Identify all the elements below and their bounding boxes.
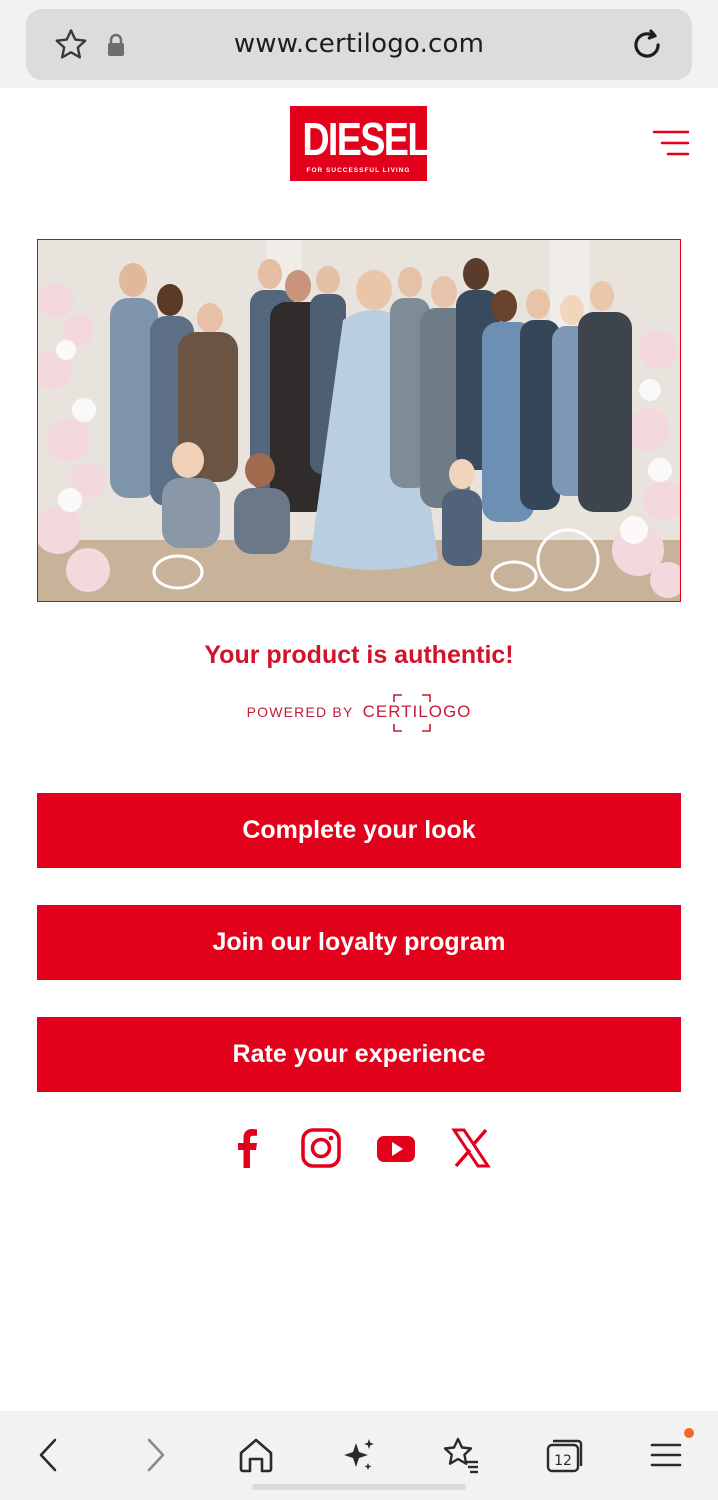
tabs-button[interactable]: 12: [544, 1435, 584, 1475]
bookmarks-icon[interactable]: [440, 1435, 480, 1475]
diesel-logo[interactable]: DIESEL® FOR SUCCESSFUL LIVING: [290, 106, 435, 181]
address-bar[interactable]: www.certilogo.com: [26, 9, 692, 80]
certilogo-wordmark: CERTILOGO: [363, 694, 472, 732]
certilogo-bracket-icon: [392, 694, 431, 732]
menu-icon[interactable]: [646, 1435, 686, 1475]
facebook-icon[interactable]: [226, 1128, 268, 1168]
youtube-icon[interactable]: [375, 1128, 417, 1168]
campaign-hero-image: [37, 239, 681, 602]
join-loyalty-program-button[interactable]: Join our loyalty program: [37, 905, 681, 980]
hero-photo: [38, 240, 680, 601]
complete-your-look-button[interactable]: Complete your look: [37, 793, 681, 868]
url-text[interactable]: www.certilogo.com: [26, 29, 692, 59]
forward-icon[interactable]: [134, 1435, 174, 1475]
x-icon[interactable]: [450, 1128, 492, 1168]
powered-by-certilogo[interactable]: POWERED BY CERTILOGO: [0, 694, 718, 734]
hamburger-menu-icon[interactable]: [652, 128, 690, 158]
back-icon[interactable]: [30, 1435, 70, 1475]
ai-sparkle-icon[interactable]: [338, 1435, 378, 1475]
logo-tagline: FOR SUCCESSFUL LIVING: [306, 167, 411, 174]
notification-badge: [684, 1428, 694, 1438]
browser-bottom-nav: 12: [0, 1411, 718, 1500]
browser-toolbar: www.certilogo.com: [0, 0, 718, 88]
rate-your-experience-button[interactable]: Rate your experience: [37, 1017, 681, 1092]
authenticity-headline: Your product is authentic!: [204, 641, 514, 669]
instagram-icon[interactable]: [300, 1128, 342, 1168]
tab-count: 12: [554, 1453, 572, 1469]
home-icon[interactable]: [236, 1435, 276, 1475]
powered-by-label: POWERED BY: [246, 704, 354, 720]
gesture-handle: [252, 1484, 466, 1490]
reload-icon[interactable]: [628, 26, 666, 64]
logo-wordmark: DIESEL®: [302, 113, 435, 165]
tabs-icon: 12: [546, 1439, 583, 1473]
